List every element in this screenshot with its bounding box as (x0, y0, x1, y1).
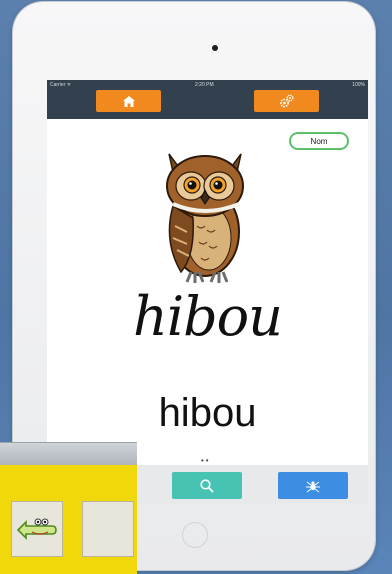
app-screen: Carrier ᯤ 2:20 PM 100% Nom hibou hibou •… (47, 80, 368, 505)
search-button[interactable] (172, 472, 242, 499)
settings-button[interactable] (254, 90, 319, 112)
print-word: hibou (158, 391, 257, 435)
back-tile[interactable] (11, 501, 63, 557)
name-button[interactable]: Nom (289, 132, 349, 150)
spider-button[interactable] (278, 472, 348, 499)
top-toolbar: Carrier ᯤ 2:20 PM 100% (47, 80, 368, 119)
inset-panel (0, 443, 137, 574)
home-icon (122, 95, 135, 107)
empty-tile[interactable] (82, 501, 134, 557)
page-indicator: •• (201, 456, 211, 465)
carrier-status: Carrier ᯤ (50, 82, 72, 88)
clock: 2:20 PM (195, 82, 214, 88)
spider-icon (306, 480, 320, 492)
battery-status: 100% (352, 82, 365, 88)
home-button[interactable] (96, 90, 161, 112)
inset-header (0, 443, 137, 465)
owl-illustration (166, 153, 244, 283)
gears-icon (279, 94, 293, 108)
camera-dot (212, 45, 218, 51)
hardware-home-button[interactable] (182, 522, 208, 548)
crocodile-back-icon (16, 518, 57, 540)
search-icon (200, 478, 214, 493)
cursive-word: hibou (133, 285, 283, 348)
